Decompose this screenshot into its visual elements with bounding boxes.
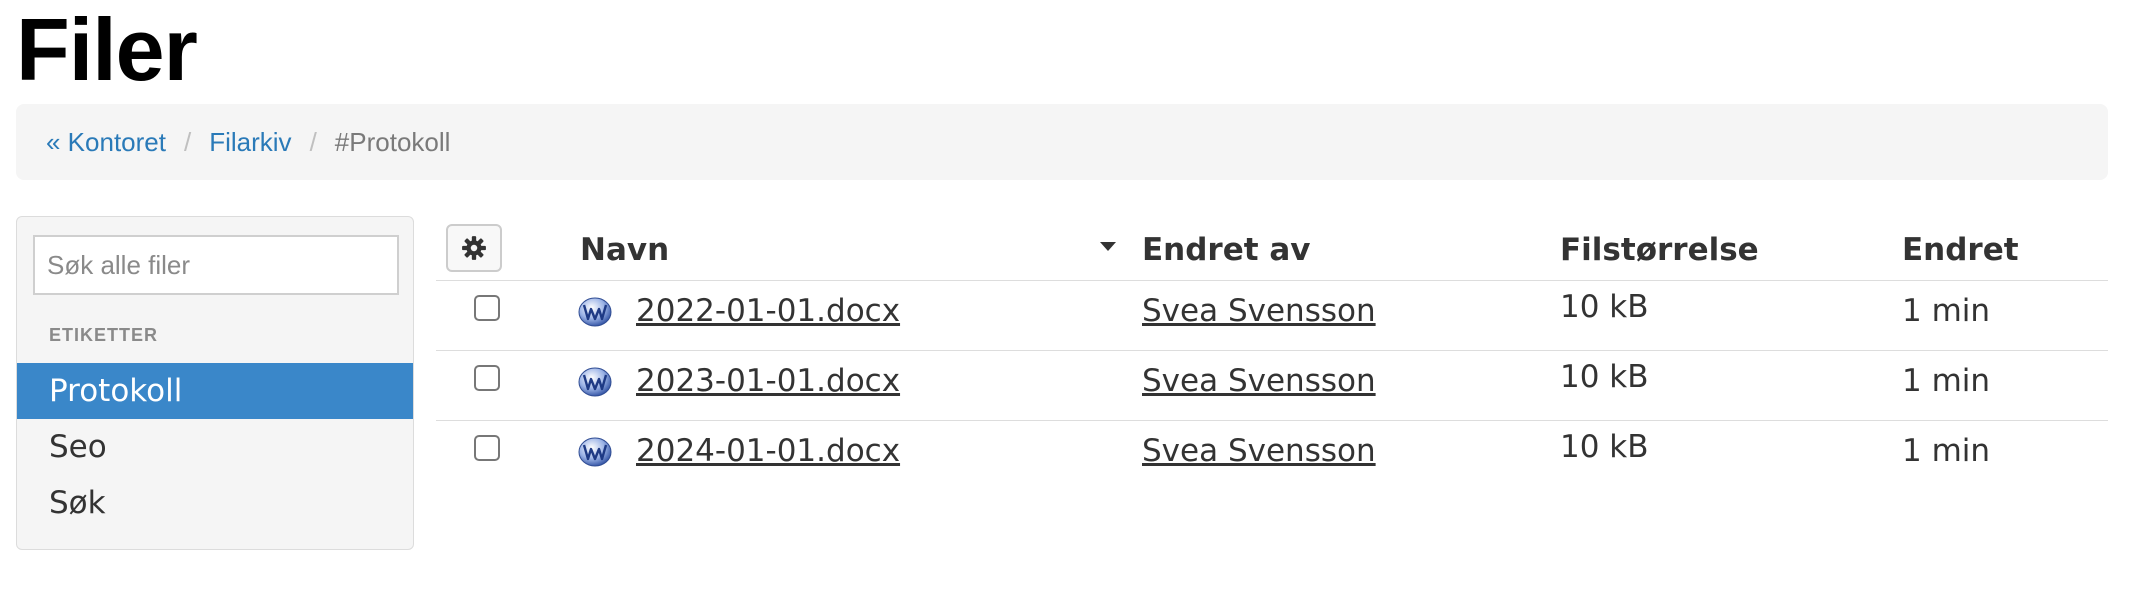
search-input[interactable] [33,235,399,295]
breadcrumb-current: #Protokoll [334,126,451,157]
column-header-name[interactable]: Navn [580,232,669,268]
column-header-size[interactable]: Filstørrelse [1560,232,1759,268]
tags-heading: ETIKETTER [49,325,159,345]
tag-item-sok[interactable]: Søk [17,475,413,531]
file-name-link[interactable]: 2022-01-01.docx [636,293,900,329]
breadcrumb-separator: / [309,126,317,157]
column-header-changed-by[interactable]: Endret av [1142,232,1311,268]
file-size: 10 kB [1560,429,1649,465]
file-name-link[interactable]: 2024-01-01.docx [636,433,900,469]
breadcrumb-link-kontoret[interactable]: « Kontoret [46,127,166,158]
file-size: 10 kB [1560,359,1649,395]
file-size: 10 kB [1560,289,1649,325]
page-title: Filer [16,0,198,99]
row-checkbox[interactable] [474,295,500,321]
breadcrumb-link-filarkiv[interactable]: Filarkiv [209,127,291,158]
column-header-changed[interactable]: Endret [1902,232,2019,268]
changed-by-link[interactable]: Svea Svensson [1142,433,1376,469]
row-checkbox[interactable] [474,365,500,391]
row-checkbox[interactable] [474,435,500,461]
table-row: 2023-01-01.docx Svea Svensson 10 kB 1 mi… [436,351,2108,421]
breadcrumb-separator: / [183,126,192,157]
word-doc-icon [578,297,612,327]
table-row: 2022-01-01.docx Svea Svensson 10 kB 1 mi… [436,281,2108,351]
changed-time: 1 min [1902,293,1991,329]
changed-time: 1 min [1902,363,1991,399]
sort-caret-down-icon[interactable] [1100,242,1116,251]
changed-by-link[interactable]: Svea Svensson [1142,363,1376,399]
sidebar: ETIKETTER Protokoll Seo Søk [16,216,414,550]
file-name-link[interactable]: 2023-01-01.docx [636,363,900,399]
gear-icon [462,236,486,260]
tag-item-seo[interactable]: Seo [17,419,413,475]
settings-button[interactable] [446,224,502,272]
changed-by-link[interactable]: Svea Svensson [1142,293,1376,329]
changed-time: 1 min [1902,433,1991,469]
word-doc-icon [578,437,612,467]
tag-item-protokoll[interactable]: Protokoll [17,363,413,419]
breadcrumb: « Kontoret / Filarkiv / #Protokoll [16,104,2108,180]
word-doc-icon [578,367,612,397]
table-row: 2024-01-01.docx Svea Svensson 10 kB 1 mi… [436,421,2108,491]
